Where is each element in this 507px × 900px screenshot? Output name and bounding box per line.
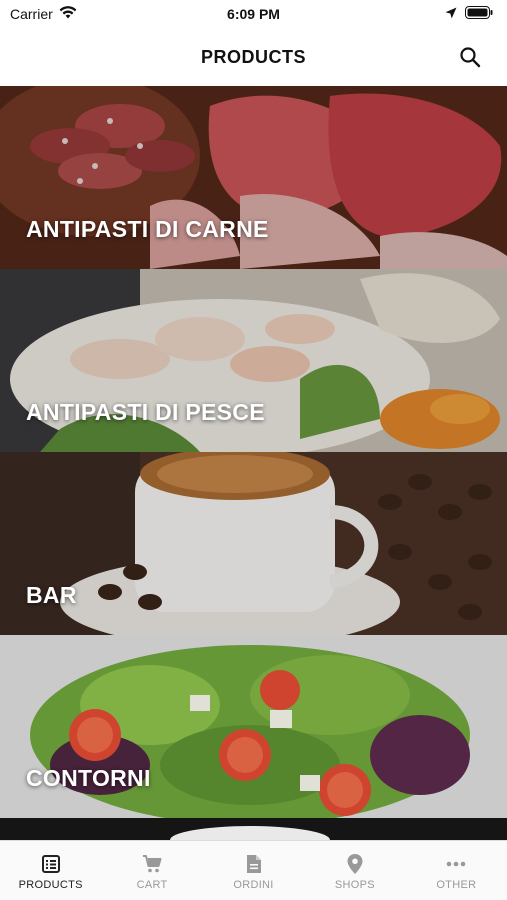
tab-label: SHOPS <box>334 879 375 891</box>
search-button[interactable] <box>457 44 483 70</box>
document-icon <box>243 853 265 875</box>
wifi-icon <box>59 6 77 22</box>
category-label: ANTIPASTI DI CARNE <box>26 216 269 242</box>
category-list: ANTIPASTI DI CARNE ANTIPASTI DI PESCE BA… <box>0 86 507 840</box>
category-next-partial[interactable] <box>0 818 507 840</box>
location-arrow-icon <box>445 6 457 22</box>
carrier-label: Carrier <box>10 6 53 22</box>
category-antipasti-di-pesce[interactable]: ANTIPASTI DI PESCE <box>0 269 507 452</box>
tab-other[interactable]: OTHER <box>406 841 507 900</box>
category-label: BAR <box>26 582 77 608</box>
list-icon <box>40 853 62 875</box>
more-icon <box>445 853 467 875</box>
category-bar[interactable]: BAR <box>0 452 507 635</box>
status-bar: Carrier 6:09 PM <box>0 0 507 28</box>
tab-label: ORDINI <box>233 879 274 891</box>
category-label: ANTIPASTI DI PESCE <box>26 399 265 425</box>
status-left: Carrier <box>10 6 77 22</box>
cart-icon <box>141 853 163 875</box>
category-label: CONTORNI <box>26 765 151 791</box>
tab-label: PRODUCTS <box>18 879 83 891</box>
next-category-image <box>0 818 507 840</box>
tab-label: CART <box>136 879 168 891</box>
tab-ordini[interactable]: ORDINI <box>203 841 304 900</box>
category-contorni[interactable]: CONTORNI <box>0 635 507 818</box>
category-antipasti-di-carne[interactable]: ANTIPASTI DI CARNE <box>0 86 507 269</box>
status-right <box>445 6 493 22</box>
tab-shops[interactable]: SHOPS <box>304 841 405 900</box>
tab-cart[interactable]: CART <box>101 841 202 900</box>
tab-bar: PRODUCTS CART ORDINI SHOPS OTHER <box>0 840 507 900</box>
location-pin-icon <box>344 853 366 875</box>
tab-products[interactable]: PRODUCTS <box>0 841 101 900</box>
page-title: PRODUCTS <box>200 46 306 67</box>
battery-icon <box>465 6 493 22</box>
navigation-bar: PRODUCTS <box>0 28 507 86</box>
tab-label: OTHER <box>436 879 477 891</box>
search-icon <box>460 47 481 68</box>
